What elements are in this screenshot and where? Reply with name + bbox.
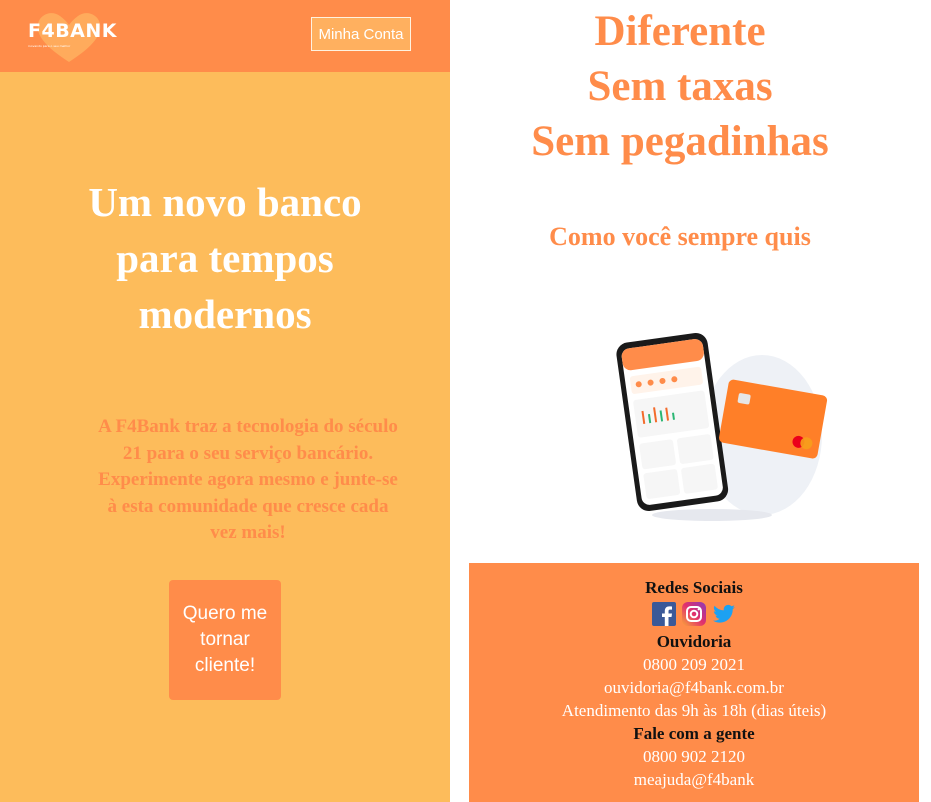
hero-description-line: à esta comunidade que cresce cada <box>107 495 389 517</box>
headline-line: Sem taxas <box>587 63 773 110</box>
headline-line: Diferente <box>594 8 766 55</box>
instagram-icon[interactable] <box>682 602 706 626</box>
hero-title-line: Um novo banco <box>88 179 362 225</box>
cta-line: tornar <box>200 629 250 650</box>
hero-description-line: Experimente agora mesmo e junte-se <box>98 469 398 490</box>
headline-line: Sem pegadinhas <box>531 118 829 165</box>
become-client-button[interactable]: Quero me tornar cliente! <box>169 580 281 700</box>
hero-description-line: vez mais! <box>210 522 286 543</box>
ombudsman-hours: Atendimento das 9h às 18h (dias úteis) <box>561 701 827 720</box>
ombudsman-email[interactable]: ouvidoria@f4bank.com.br <box>469 676 919 699</box>
promo-headline: Diferente Sem taxas Sem pegadinhas <box>470 4 890 169</box>
facebook-icon[interactable] <box>652 602 676 626</box>
hero-description: A F4Bank traz a tecnologia do século 21 … <box>58 414 438 547</box>
ombudsman-phone[interactable]: 0800 209 2021 <box>469 653 919 676</box>
promo-subheadline: Como você sempre quis <box>549 222 811 251</box>
top-bar: F4BANK inovando para o seu melhor Minha … <box>0 0 450 72</box>
phone-and-card-illustration <box>616 332 828 521</box>
contact-heading: Fale com a gente <box>633 724 755 743</box>
hero-description-line: A F4Bank traz a tecnologia do século <box>98 416 398 437</box>
twitter-icon[interactable] <box>712 602 736 626</box>
social-heading: Redes Sociais <box>645 578 743 597</box>
f4bank-logo[interactable]: F4BANK inovando para o seu melhor <box>22 6 122 66</box>
contact-email[interactable]: meajuda@f4bank <box>469 768 919 791</box>
hero-description-line: 21 para o seu serviço bancário. <box>122 442 374 464</box>
ombudsman-heading: Ouvidoria <box>656 632 732 651</box>
hero-panel: Um novo banco para tempos modernos A F4B… <box>0 72 450 802</box>
logo-text: F4BANK <box>28 20 118 42</box>
hero-title-line: para tempos <box>116 235 334 281</box>
cta-line: cliente! <box>194 655 256 676</box>
contact-phone[interactable]: 0800 902 2120 <box>469 745 919 768</box>
hero-title-line: modernos <box>138 291 312 337</box>
hero-title: Um novo banco para tempos modernos <box>20 174 430 342</box>
footer: Redes Sociais Ouvidoria 0800 209 2021 ou… <box>469 563 919 802</box>
my-account-button[interactable]: Minha Conta <box>311 17 411 51</box>
logo-tagline: inovando para o seu melhor <box>28 44 71 48</box>
social-links <box>469 602 919 628</box>
cta-line: Quero me <box>182 603 268 624</box>
